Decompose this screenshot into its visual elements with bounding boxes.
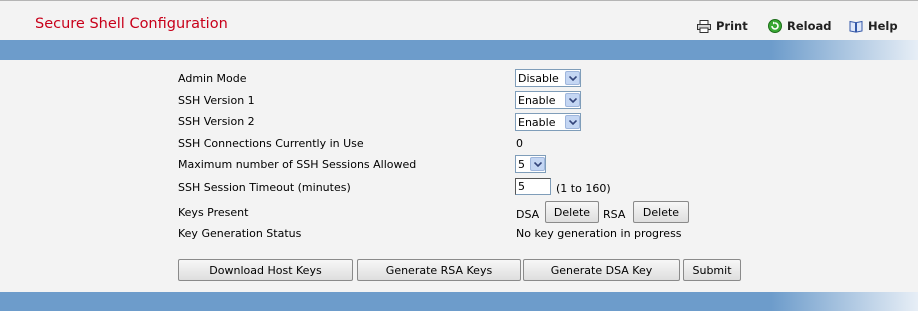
delete-rsa-button[interactable]: Delete bbox=[633, 201, 689, 223]
keys-present-label: Keys Present bbox=[178, 206, 249, 219]
rsa-label: RSA bbox=[603, 208, 626, 221]
download-host-keys-button[interactable]: Download Host Keys bbox=[178, 259, 353, 281]
footer-band bbox=[0, 292, 918, 311]
header-band bbox=[0, 40, 918, 60]
session-timeout-input[interactable] bbox=[515, 178, 551, 195]
admin-mode-select[interactable]: Disable bbox=[515, 69, 581, 87]
key-generation-status-label: Key Generation Status bbox=[178, 227, 302, 240]
ssh-v2-select[interactable]: Enable bbox=[515, 113, 581, 131]
page-title: Secure Shell Configuration bbox=[35, 16, 228, 32]
max-sessions-select[interactable]: 5 bbox=[515, 155, 546, 173]
print-link[interactable]: Print bbox=[697, 19, 748, 33]
delete-dsa-button[interactable]: Delete bbox=[545, 201, 599, 223]
ssh-connections-label: SSH Connections Currently in Use bbox=[178, 137, 364, 150]
session-timeout-label: SSH Session Timeout (minutes) bbox=[178, 181, 351, 194]
reload-icon bbox=[768, 19, 782, 33]
help-book-icon bbox=[849, 20, 863, 33]
printer-icon bbox=[697, 19, 711, 33]
ssh-v1-select[interactable]: Enable bbox=[515, 91, 581, 109]
ssh-v2-label: SSH Version 2 bbox=[178, 115, 255, 128]
dsa-label: DSA bbox=[516, 208, 540, 221]
reload-label: Reload bbox=[787, 19, 832, 33]
generate-rsa-keys-button[interactable]: Generate RSA Keys bbox=[357, 259, 521, 281]
help-label: Help bbox=[868, 19, 898, 33]
generate-dsa-key-button[interactable]: Generate DSA Key bbox=[523, 259, 680, 281]
help-link[interactable]: Help bbox=[849, 19, 898, 33]
ssh-v1-label: SSH Version 1 bbox=[178, 94, 255, 107]
key-generation-status-value: No key generation in progress bbox=[516, 227, 682, 240]
session-timeout-range-hint: (1 to 160) bbox=[556, 182, 611, 195]
top-border bbox=[0, 0, 918, 1]
max-sessions-label: Maximum number of SSH Sessions Allowed bbox=[178, 158, 417, 171]
print-label: Print bbox=[716, 19, 748, 33]
reload-link[interactable]: Reload bbox=[768, 19, 832, 33]
ssh-connections-value: 0 bbox=[516, 137, 523, 150]
submit-button[interactable]: Submit bbox=[683, 259, 741, 281]
admin-mode-label: Admin Mode bbox=[178, 72, 247, 85]
